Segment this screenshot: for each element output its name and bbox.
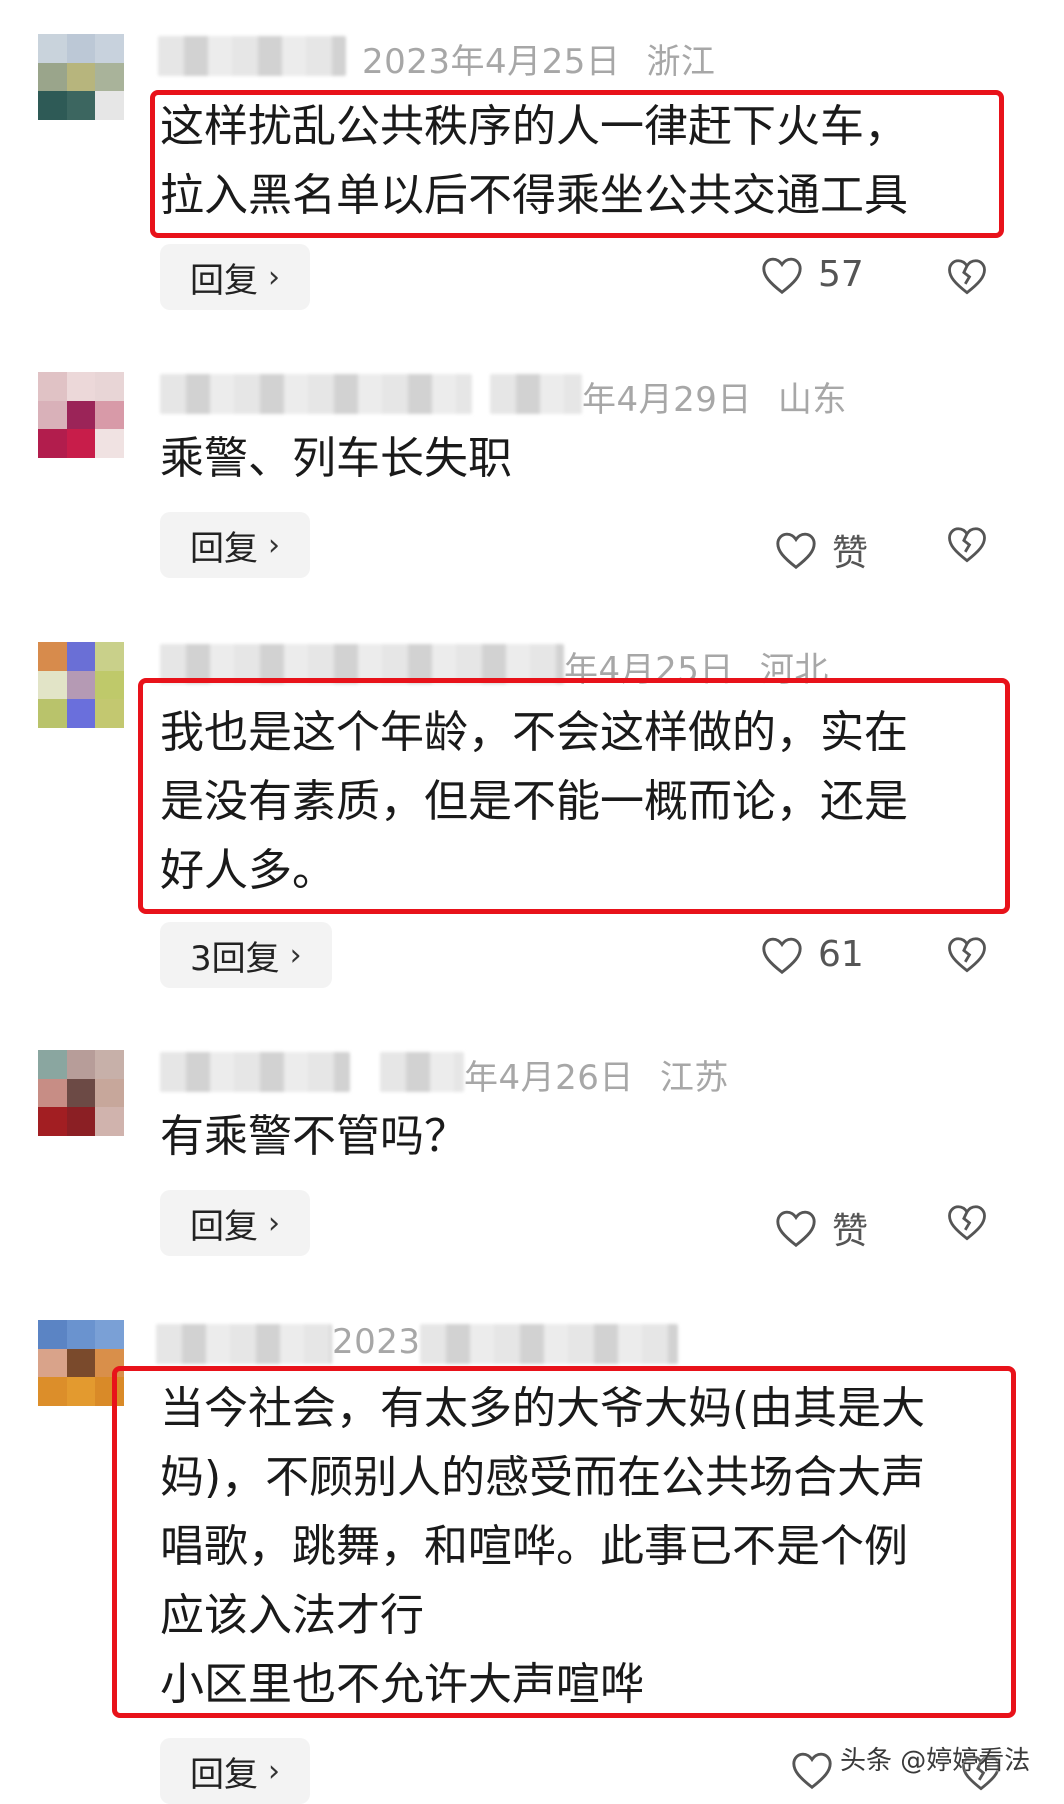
- comment-date: 年4月26日: [464, 1058, 634, 1098]
- heart-outline-icon: [776, 1210, 816, 1248]
- comment-line: 这样扰乱公共秩序的人一律赶下火车，: [160, 101, 908, 152]
- comment-line: 好人多。: [160, 845, 336, 896]
- broken-heart-icon[interactable]: [946, 1202, 988, 1242]
- reply-button[interactable]: 回复 ›: [160, 1738, 310, 1804]
- comment-date: 年4月29日: [582, 380, 752, 420]
- heart-outline-icon: [762, 937, 802, 974]
- reply-label: 3回复: [190, 938, 280, 979]
- broken-heart-icon[interactable]: [946, 524, 988, 564]
- chevron-right-icon: ›: [268, 527, 280, 563]
- comment-line: 唱歌，跳舞，和喧哗。此事已不是个例: [160, 1521, 908, 1572]
- comment-location: 江苏: [659, 1058, 729, 1098]
- reply-label: 回复: [190, 1754, 258, 1795]
- comment-text: 当今社会，有太多的大爷大妈(由其是大 妈)，不顾别人的感受而在公共场合大声 唱歌…: [160, 1374, 925, 1719]
- like-button[interactable]: 赞: [774, 1202, 868, 1254]
- avatar[interactable]: [38, 372, 124, 458]
- username-blurred: [420, 1324, 678, 1364]
- reply-button[interactable]: 3回复 ›: [160, 922, 332, 988]
- comment-date: 2023年4月25日: [362, 42, 621, 82]
- comment-text: 乘警、列车长失职: [160, 424, 512, 493]
- comment-line: 有乘警不管吗？: [160, 1111, 468, 1162]
- comment-line: 小区里也不允许大声喧哗: [160, 1659, 644, 1710]
- comment-text: 有乘警不管吗？: [160, 1102, 468, 1171]
- reply-label: 回复: [190, 528, 258, 569]
- comment-meta: 2023年4月25日 浙江: [362, 34, 715, 83]
- comment-line: 是没有素质，但是不能一概而论，还是: [160, 776, 908, 827]
- username-blurred[interactable]: [160, 1052, 350, 1092]
- chevron-right-icon: ›: [268, 259, 280, 295]
- comment-line: 当今社会，有太多的大爷大妈(由其是大: [160, 1383, 926, 1434]
- chevron-right-icon: ›: [289, 937, 302, 973]
- comment-line: 我也是这个年龄，不会这样做的，实在: [160, 707, 908, 758]
- like-count: 57: [818, 254, 864, 295]
- username-blurred: [380, 1052, 464, 1092]
- like-count: 61: [818, 934, 864, 975]
- chevron-right-icon: ›: [268, 1753, 280, 1789]
- username-blurred[interactable]: [158, 36, 346, 76]
- heart-outline-icon: [792, 1752, 832, 1790]
- comment-meta: 2023: [332, 1322, 421, 1362]
- comment-line: 妈)，不顾别人的感受而在公共场合大声: [160, 1452, 926, 1503]
- comment-text: 我也是这个年龄，不会这样做的，实在 是没有素质，但是不能一概而论，还是 好人多。: [160, 698, 908, 905]
- reply-label: 回复: [190, 1206, 258, 1247]
- username-blurred: [490, 374, 582, 414]
- comment-line: 应该入法才行: [160, 1590, 424, 1641]
- watermark: 头条 @婷婷看法: [840, 1746, 1031, 1776]
- broken-heart-icon[interactable]: [946, 256, 988, 296]
- broken-heart-icon[interactable]: [946, 934, 988, 974]
- comment-date: 2023: [332, 1322, 421, 1362]
- comment-text: 这样扰乱公共秩序的人一律赶下火车， 拉入黑名单以后不得乘坐公共交通工具: [160, 92, 908, 230]
- reply-label: 回复: [190, 260, 258, 301]
- like-button[interactable]: 赞: [774, 524, 868, 576]
- heart-outline-icon: [776, 532, 816, 570]
- reply-button[interactable]: 回复 ›: [160, 1190, 310, 1256]
- avatar[interactable]: [38, 1050, 124, 1136]
- like-button[interactable]: 61: [760, 934, 864, 975]
- username-blurred[interactable]: [156, 1324, 332, 1364]
- avatar[interactable]: [38, 34, 124, 120]
- comment-line: 乘警、列车长失职: [160, 433, 512, 484]
- avatar[interactable]: [38, 642, 124, 728]
- reply-button[interactable]: 回复 ›: [160, 244, 310, 310]
- username-blurred[interactable]: [160, 374, 472, 414]
- heart-outline-icon: [762, 257, 802, 294]
- comment-location: 山东: [777, 380, 847, 420]
- comment-line: 拉入黑名单以后不得乘坐公共交通工具: [160, 170, 908, 221]
- reply-button[interactable]: 回复 ›: [160, 512, 310, 578]
- chevron-right-icon: ›: [268, 1205, 280, 1241]
- comment-location: 浙江: [646, 42, 716, 82]
- like-count: 赞: [832, 1211, 869, 1252]
- like-count: 赞: [832, 533, 869, 574]
- comment-meta: 年4月26日 江苏: [464, 1050, 729, 1099]
- like-button[interactable]: 57: [760, 254, 864, 295]
- comment-meta: 年4月29日 山东: [582, 372, 847, 421]
